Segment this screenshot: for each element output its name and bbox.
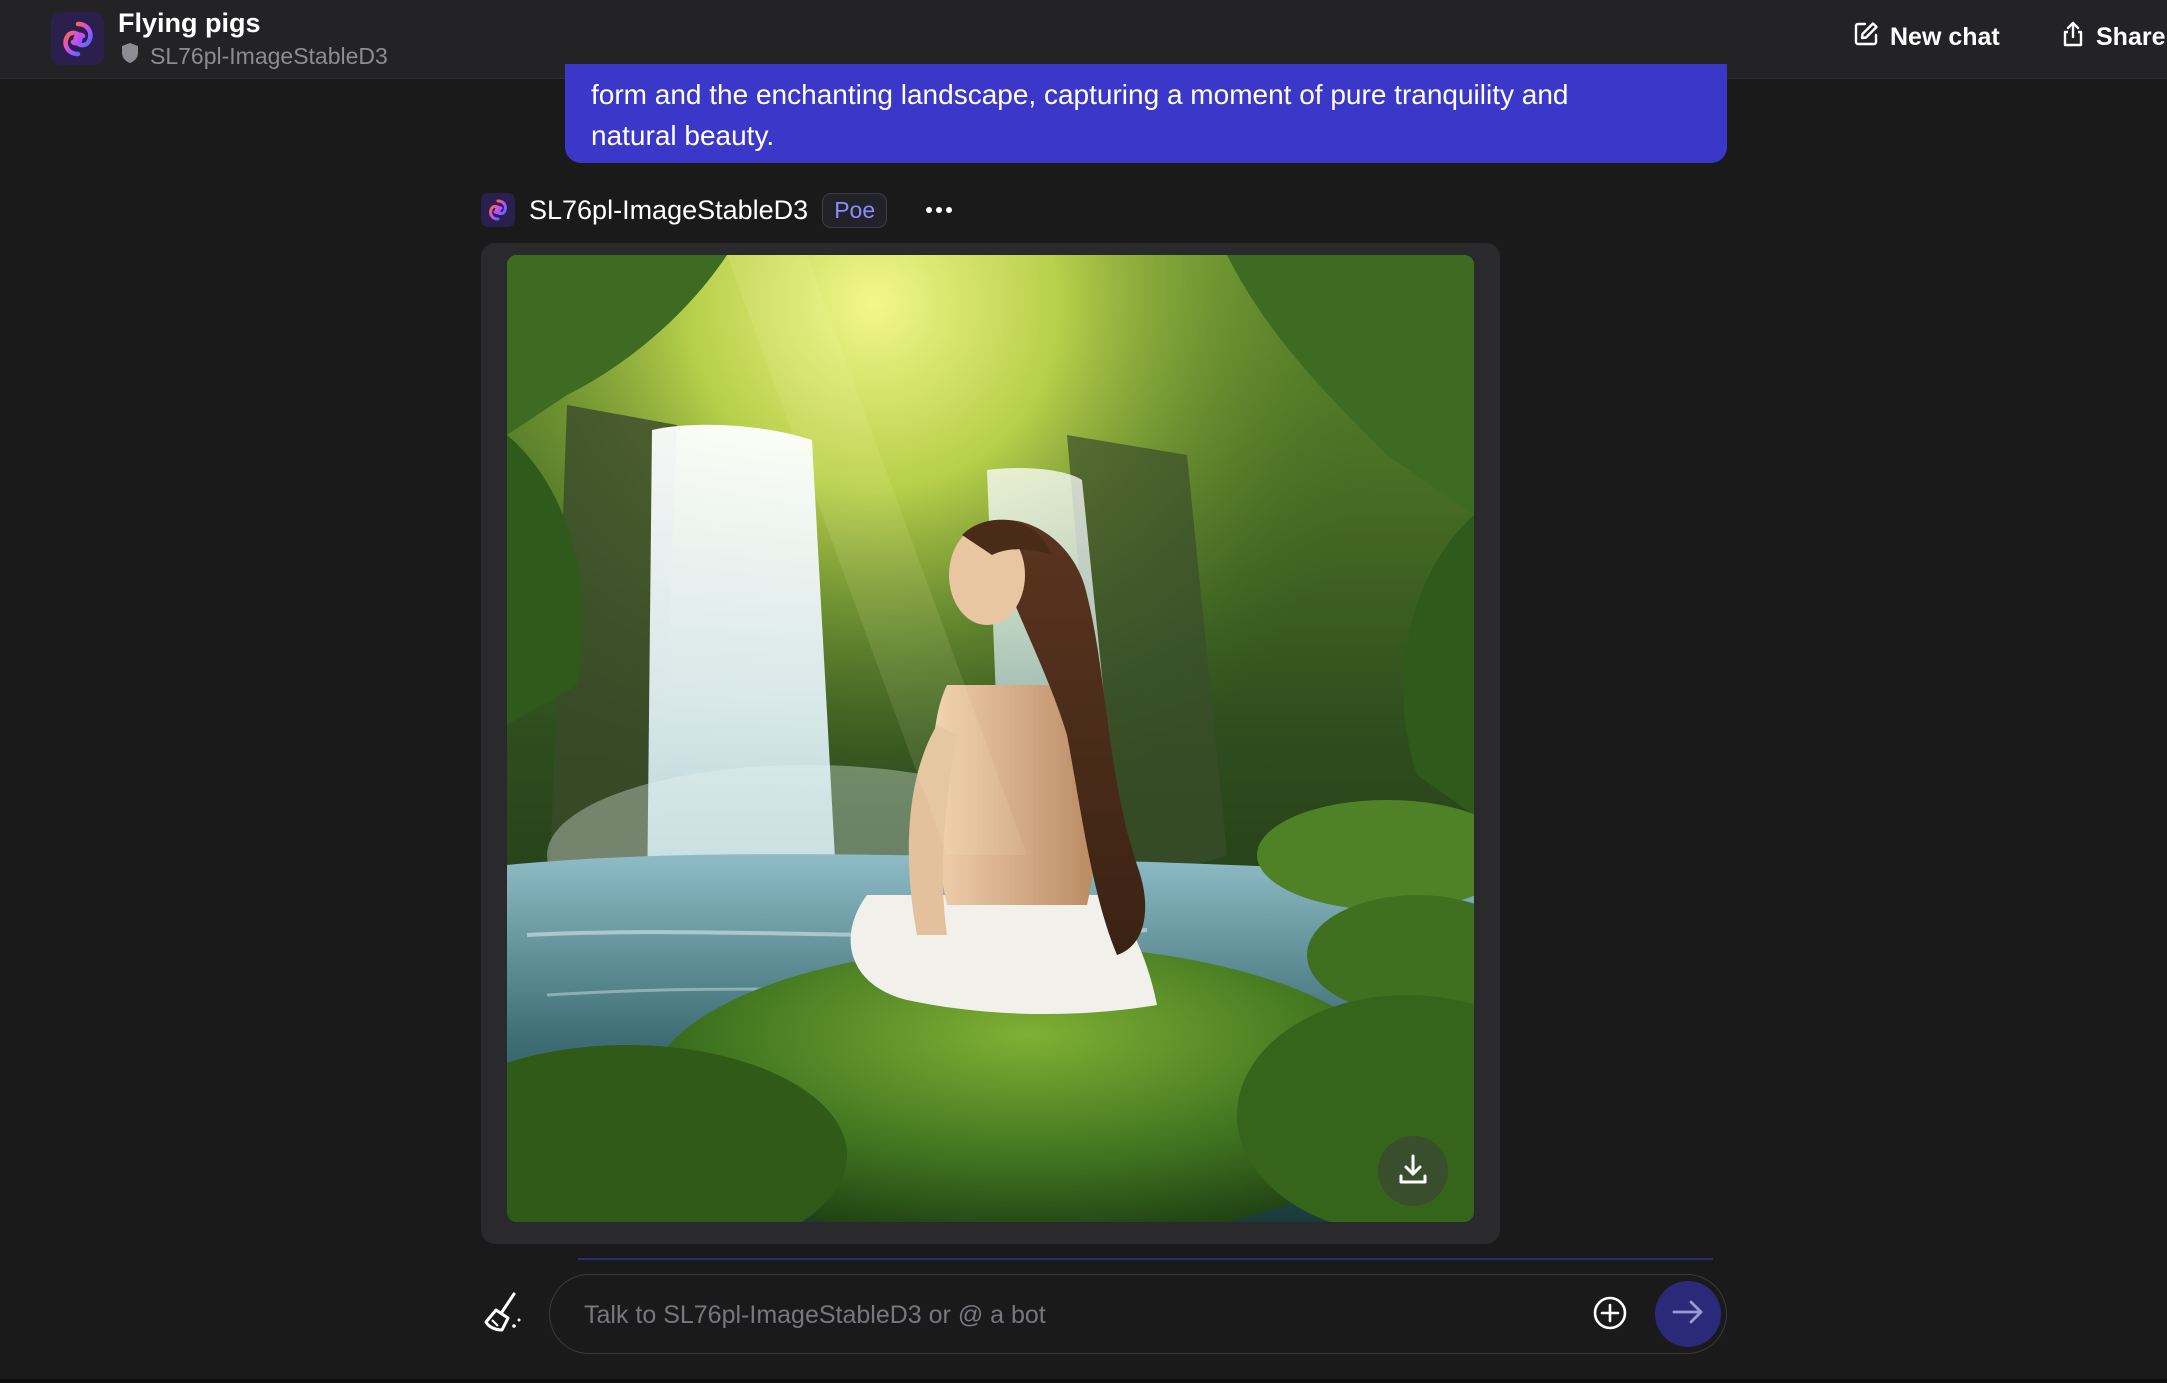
more-horizontal-icon: [925, 201, 953, 219]
bot-subtitle-name: SL76pl-ImageStableD3: [150, 42, 388, 69]
shield-icon: [120, 42, 140, 70]
generated-image[interactable]: [507, 255, 1474, 1222]
arrow-right-icon: [1670, 1297, 1706, 1332]
more-options-button[interactable]: [919, 190, 959, 230]
chat-title: Flying pigs: [118, 8, 261, 38]
new-chat-button[interactable]: New chat: [1852, 20, 2000, 55]
share-label: Share: [2096, 23, 2166, 51]
poe-badge: Poe: [822, 192, 888, 228]
bot-avatar[interactable]: [481, 193, 515, 227]
bot-subtitle[interactable]: SL76pl-ImageStableD3: [120, 42, 388, 70]
edit-icon: [1852, 20, 1880, 55]
clear-context-button[interactable]: [478, 1290, 526, 1338]
bot-name[interactable]: SL76pl-ImageStableD3: [529, 195, 808, 226]
download-button[interactable]: [1378, 1136, 1448, 1206]
user-message-line: form and the enchanting landscape, captu…: [591, 79, 1569, 110]
attach-button[interactable]: [1588, 1293, 1632, 1337]
user-message-bubble: form and the enchanting landscape, captu…: [565, 64, 1727, 163]
poe-logo-icon[interactable]: [51, 12, 104, 65]
bot-image-card: [481, 243, 1500, 1244]
composer-divider: [578, 1258, 1713, 1260]
bottom-edge: [0, 1379, 2167, 1383]
message-composer: [549, 1274, 1727, 1354]
download-icon: [1397, 1152, 1429, 1191]
plus-circle-icon: [1592, 1295, 1628, 1336]
message-input[interactable]: [582, 1293, 1542, 1337]
send-button[interactable]: [1655, 1281, 1721, 1347]
new-chat-label: New chat: [1890, 23, 2000, 51]
user-message-line: natural beauty.: [591, 120, 775, 151]
share-icon: [2060, 20, 2086, 55]
broom-icon: [480, 1290, 524, 1339]
share-button[interactable]: Share: [2060, 20, 2165, 55]
bot-message-header: SL76pl-ImageStableD3 Poe: [481, 190, 959, 230]
